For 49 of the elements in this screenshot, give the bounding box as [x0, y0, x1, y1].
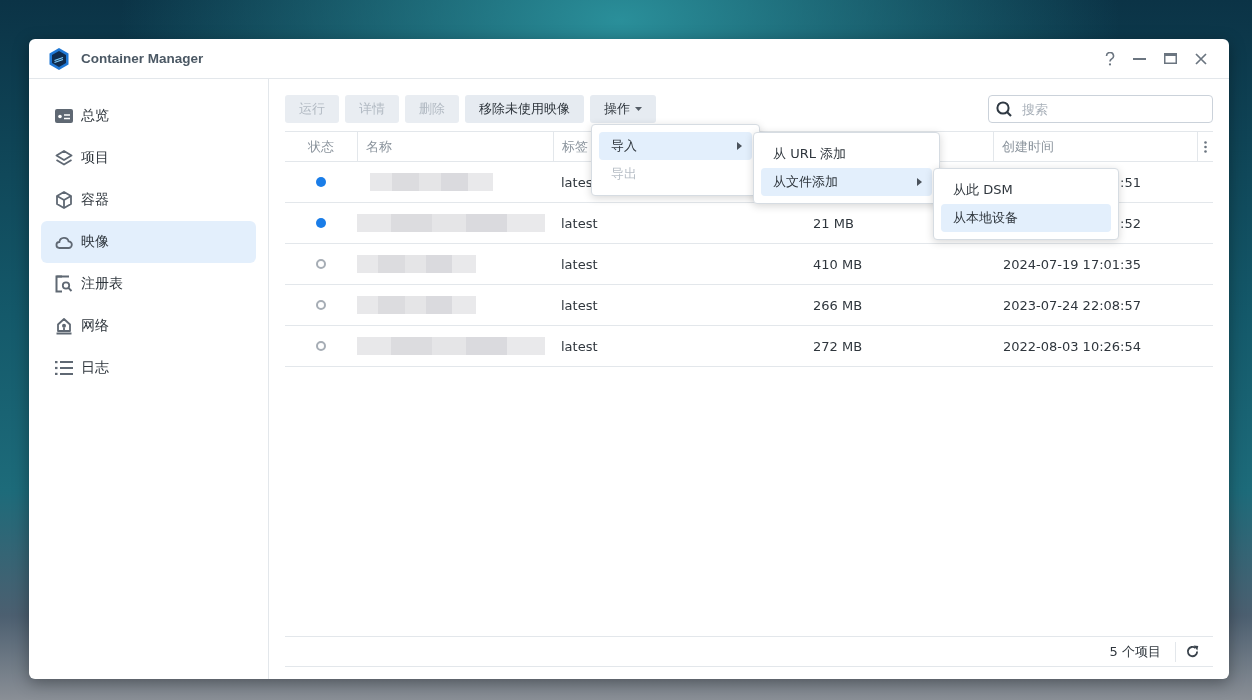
cloud-icon — [55, 235, 73, 249]
house-icon — [55, 317, 73, 335]
menu-item[interactable]: 从 URL 添加 — [761, 140, 932, 168]
more-options-icon[interactable] — [1204, 140, 1207, 153]
menu-item[interactable]: 从本地设备 — [941, 204, 1111, 232]
tag-text: latest — [561, 215, 598, 231]
window-title: Container Manager — [81, 51, 204, 66]
menu-item[interactable]: 从文件添加 — [761, 168, 932, 196]
created-time-text: 2023-07-24 22:08:57 — [1002, 297, 1141, 313]
maximize-icon[interactable] — [1164, 53, 1177, 64]
search-field[interactable]: 搜索 — [988, 95, 1213, 123]
toolbar-button[interactable]: 移除未使用映像 — [465, 95, 584, 123]
toolbar-button[interactable]: 操作 — [590, 95, 656, 123]
cube-icon — [55, 191, 73, 209]
size-text: 21 MB — [813, 215, 854, 231]
submenu-arrow-icon — [737, 142, 742, 150]
size-text: 410 MB — [813, 256, 863, 272]
submenu-arrow-icon — [917, 178, 922, 186]
size-text: 272 MB — [813, 338, 863, 354]
refresh-icon[interactable] — [1186, 645, 1199, 658]
sidebar-item[interactable]: 日志 — [41, 347, 256, 389]
created-time-text: 2022-08-03 10:26:54 — [1002, 338, 1141, 354]
menu-item[interactable]: 导入 — [599, 132, 752, 160]
help-icon[interactable] — [1105, 51, 1115, 66]
close-icon[interactable] — [1195, 52, 1207, 65]
sidebar-item[interactable]: 注册表 — [41, 263, 256, 305]
card-icon — [55, 109, 73, 123]
sidebar-item[interactable]: 映像 — [41, 221, 256, 263]
sidebar-item[interactable]: 容器 — [41, 179, 256, 221]
search-document-icon — [55, 275, 73, 293]
sidebar-item[interactable]: 项目 — [41, 137, 256, 179]
sidebar-item[interactable]: 总览 — [41, 95, 256, 137]
created-time-text: :52 — [1120, 215, 1141, 231]
menu-item[interactable]: 从此 DSM — [941, 176, 1111, 204]
created-time-text: 2024-07-19 17:01:35 — [1002, 256, 1141, 272]
item-count: 5 个项目 — [1109, 642, 1161, 661]
tag-text: latest — [561, 297, 598, 313]
caret-icon — [635, 107, 642, 111]
tag-text: latest — [561, 256, 598, 272]
search-icon — [996, 101, 1012, 117]
app-logo-icon — [49, 47, 69, 70]
layers-icon — [55, 150, 73, 166]
tag-text: latest — [561, 338, 598, 354]
tag-text: lates — [561, 174, 593, 190]
list-icon — [55, 361, 73, 375]
size-text: 266 MB — [813, 297, 863, 313]
sidebar-item[interactable]: 网络 — [41, 305, 256, 347]
minimize-icon[interactable] — [1133, 57, 1146, 60]
created-time-text: :51 — [1120, 174, 1141, 190]
